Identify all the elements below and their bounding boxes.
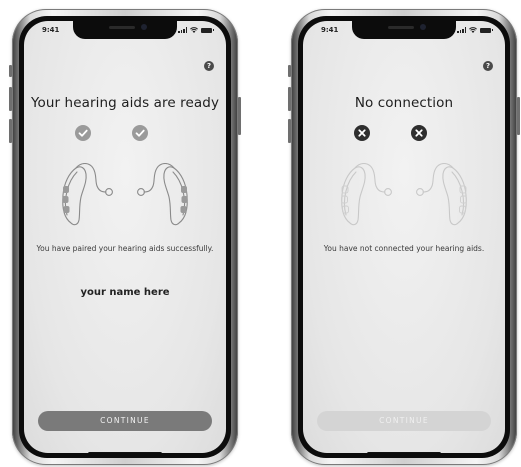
page-title: Your hearing aids are ready <box>30 95 220 111</box>
notch <box>352 21 456 39</box>
battery-icon <box>480 27 493 33</box>
volume-up-button <box>288 87 291 111</box>
speaker-grille <box>388 26 414 29</box>
continue-button[interactable]: CONTINUE <box>38 411 212 431</box>
home-indicator <box>367 452 441 453</box>
hearing-aids-illustration <box>303 163 505 227</box>
power-button <box>238 97 241 135</box>
home-indicator <box>88 452 162 453</box>
cellular-signal-icon <box>178 27 187 33</box>
page-title: No connection <box>354 95 454 111</box>
status-time: 9:41 <box>321 26 339 34</box>
volume-down-button <box>288 119 291 143</box>
camera-icon <box>420 24 426 30</box>
pairing-status-row <box>24 125 226 141</box>
battery-icon <box>201 27 214 33</box>
status-message: You have not connected your hearing aids… <box>323 244 485 253</box>
status-icons <box>457 26 493 34</box>
power-button <box>517 97 520 135</box>
hearing-aids-icon <box>62 163 188 226</box>
help-button[interactable]: ? <box>204 61 214 71</box>
phone-bezel: 9:41 ? Your hearing aids are ready You h… <box>19 16 231 458</box>
paired-screen: 9:41 ? Your hearing aids are ready You h… <box>24 21 226 453</box>
right-aid-check-icon <box>132 125 148 141</box>
camera-icon <box>141 24 147 30</box>
no-connection-screen: 9:41 ? No connection You have not connec… <box>303 21 505 453</box>
phone-frame-no-connection: 9:41 ? No connection You have not connec… <box>288 9 520 465</box>
speaker-grille <box>109 26 135 29</box>
connection-status-row <box>303 125 505 141</box>
mute-switch <box>288 65 291 77</box>
volume-up-button <box>9 87 12 111</box>
help-button[interactable]: ? <box>483 61 493 71</box>
status-icons <box>178 26 214 34</box>
cellular-signal-icon <box>457 27 466 33</box>
notch <box>73 21 177 39</box>
right-aid-x-icon <box>411 125 427 141</box>
phone-frame-paired: 9:41 ? Your hearing aids are ready You h… <box>9 9 241 465</box>
phone-bezel: 9:41 ? No connection You have not connec… <box>298 16 510 458</box>
left-aid-check-icon <box>75 125 91 141</box>
wifi-icon <box>469 27 477 33</box>
left-aid-x-icon <box>354 125 370 141</box>
hearing-aids-illustration <box>24 163 226 227</box>
wifi-icon <box>190 27 198 33</box>
mute-switch <box>9 65 12 77</box>
hearing-aids-icon <box>341 163 467 226</box>
continue-button[interactable]: CONTINUE <box>317 411 491 431</box>
volume-down-button <box>9 119 12 143</box>
user-name: your name here <box>80 287 170 298</box>
status-message: You have paired your hearing aids succes… <box>36 244 214 253</box>
status-time: 9:41 <box>42 26 60 34</box>
